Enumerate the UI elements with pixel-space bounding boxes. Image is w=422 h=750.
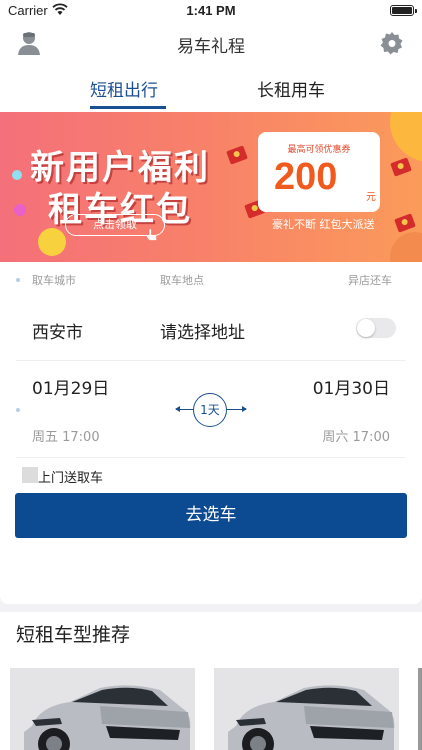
decor-ball — [14, 204, 26, 216]
pickup-date[interactable]: 01月29日 — [32, 374, 109, 399]
car-card[interactable] — [10, 668, 195, 750]
decor-ball — [390, 232, 422, 262]
choose-car-button[interactable]: 去选车 — [15, 493, 407, 538]
return-weekday-time: 周六 17:00 — [322, 430, 390, 445]
promo-banner[interactable]: 新用户福利 租车红包 点击领取 最高可领优惠券 200 元 豪礼不断 红包大派送 — [0, 112, 422, 262]
divider — [16, 457, 406, 458]
car-card-partial[interactable] — [418, 668, 422, 750]
nav-bar: 易车礼程 — [0, 22, 422, 66]
red-envelope-icon — [390, 157, 412, 177]
return-elsewhere-label: 异店还车 — [348, 274, 392, 287]
coupon-label: 最高可领优惠券 — [287, 145, 351, 155]
coupon-amount: 200 — [274, 156, 338, 198]
rental-type-tabs: 短租出行 长租用车 — [0, 66, 422, 112]
app-screen: Carrier 1:41 PM 易车礼程 短租出行 长租用车 新用户福利 租车红… — [0, 0, 422, 750]
timeline-dot — [16, 278, 20, 282]
status-bar: Carrier 1:41 PM — [0, 0, 422, 22]
car-card[interactable] — [214, 668, 399, 750]
car-image — [10, 668, 195, 750]
battery-icon — [390, 5, 417, 16]
pickup-city-value[interactable]: 西安市 — [32, 318, 83, 343]
door-delivery-label[interactable]: 上门送取车 — [38, 467, 103, 486]
hand-pointer-icon — [146, 229, 157, 241]
decor-ball — [390, 112, 422, 162]
recommend-section: 短租车型推荐 — [0, 612, 422, 750]
banner-slogan: 豪礼不断 红包大派送 — [272, 218, 375, 231]
rental-duration: 1天 — [193, 393, 227, 427]
active-tab-indicator — [90, 106, 166, 109]
door-delivery-checkbox[interactable] — [22, 467, 38, 483]
booking-card: 取车城市 取车地点 异店还车 西安市 请选择地址 01月29日 01月30日 1… — [0, 262, 422, 604]
clock: 1:41 PM — [186, 3, 236, 18]
red-envelope-icon — [394, 213, 416, 233]
pickup-address-select[interactable]: 请选择地址 — [160, 318, 245, 343]
page-title: 易车礼程 — [177, 37, 245, 57]
tab-short-term[interactable]: 短租出行 — [90, 76, 158, 101]
pickup-city-label: 取车城市 — [32, 274, 76, 287]
pickup-weekday-time: 周五 17:00 — [32, 430, 100, 445]
pickup-place-label: 取车地点 — [160, 274, 204, 287]
decor-ball — [38, 228, 66, 256]
recommend-title: 短租车型推荐 — [16, 624, 131, 646]
tab-long-term[interactable]: 长租用车 — [257, 76, 325, 101]
coupon-unit: 元 — [366, 192, 376, 203]
settings-gear-icon[interactable] — [380, 31, 404, 55]
decor-ball — [12, 170, 22, 180]
coupon-card: 最高可领优惠券 200 元 — [258, 132, 380, 212]
car-image — [214, 668, 399, 750]
divider — [16, 360, 406, 361]
red-envelope-icon — [226, 145, 248, 165]
return-date[interactable]: 01月30日 — [313, 374, 390, 399]
timeline-dot — [16, 408, 20, 412]
return-elsewhere-toggle[interactable] — [356, 318, 396, 338]
